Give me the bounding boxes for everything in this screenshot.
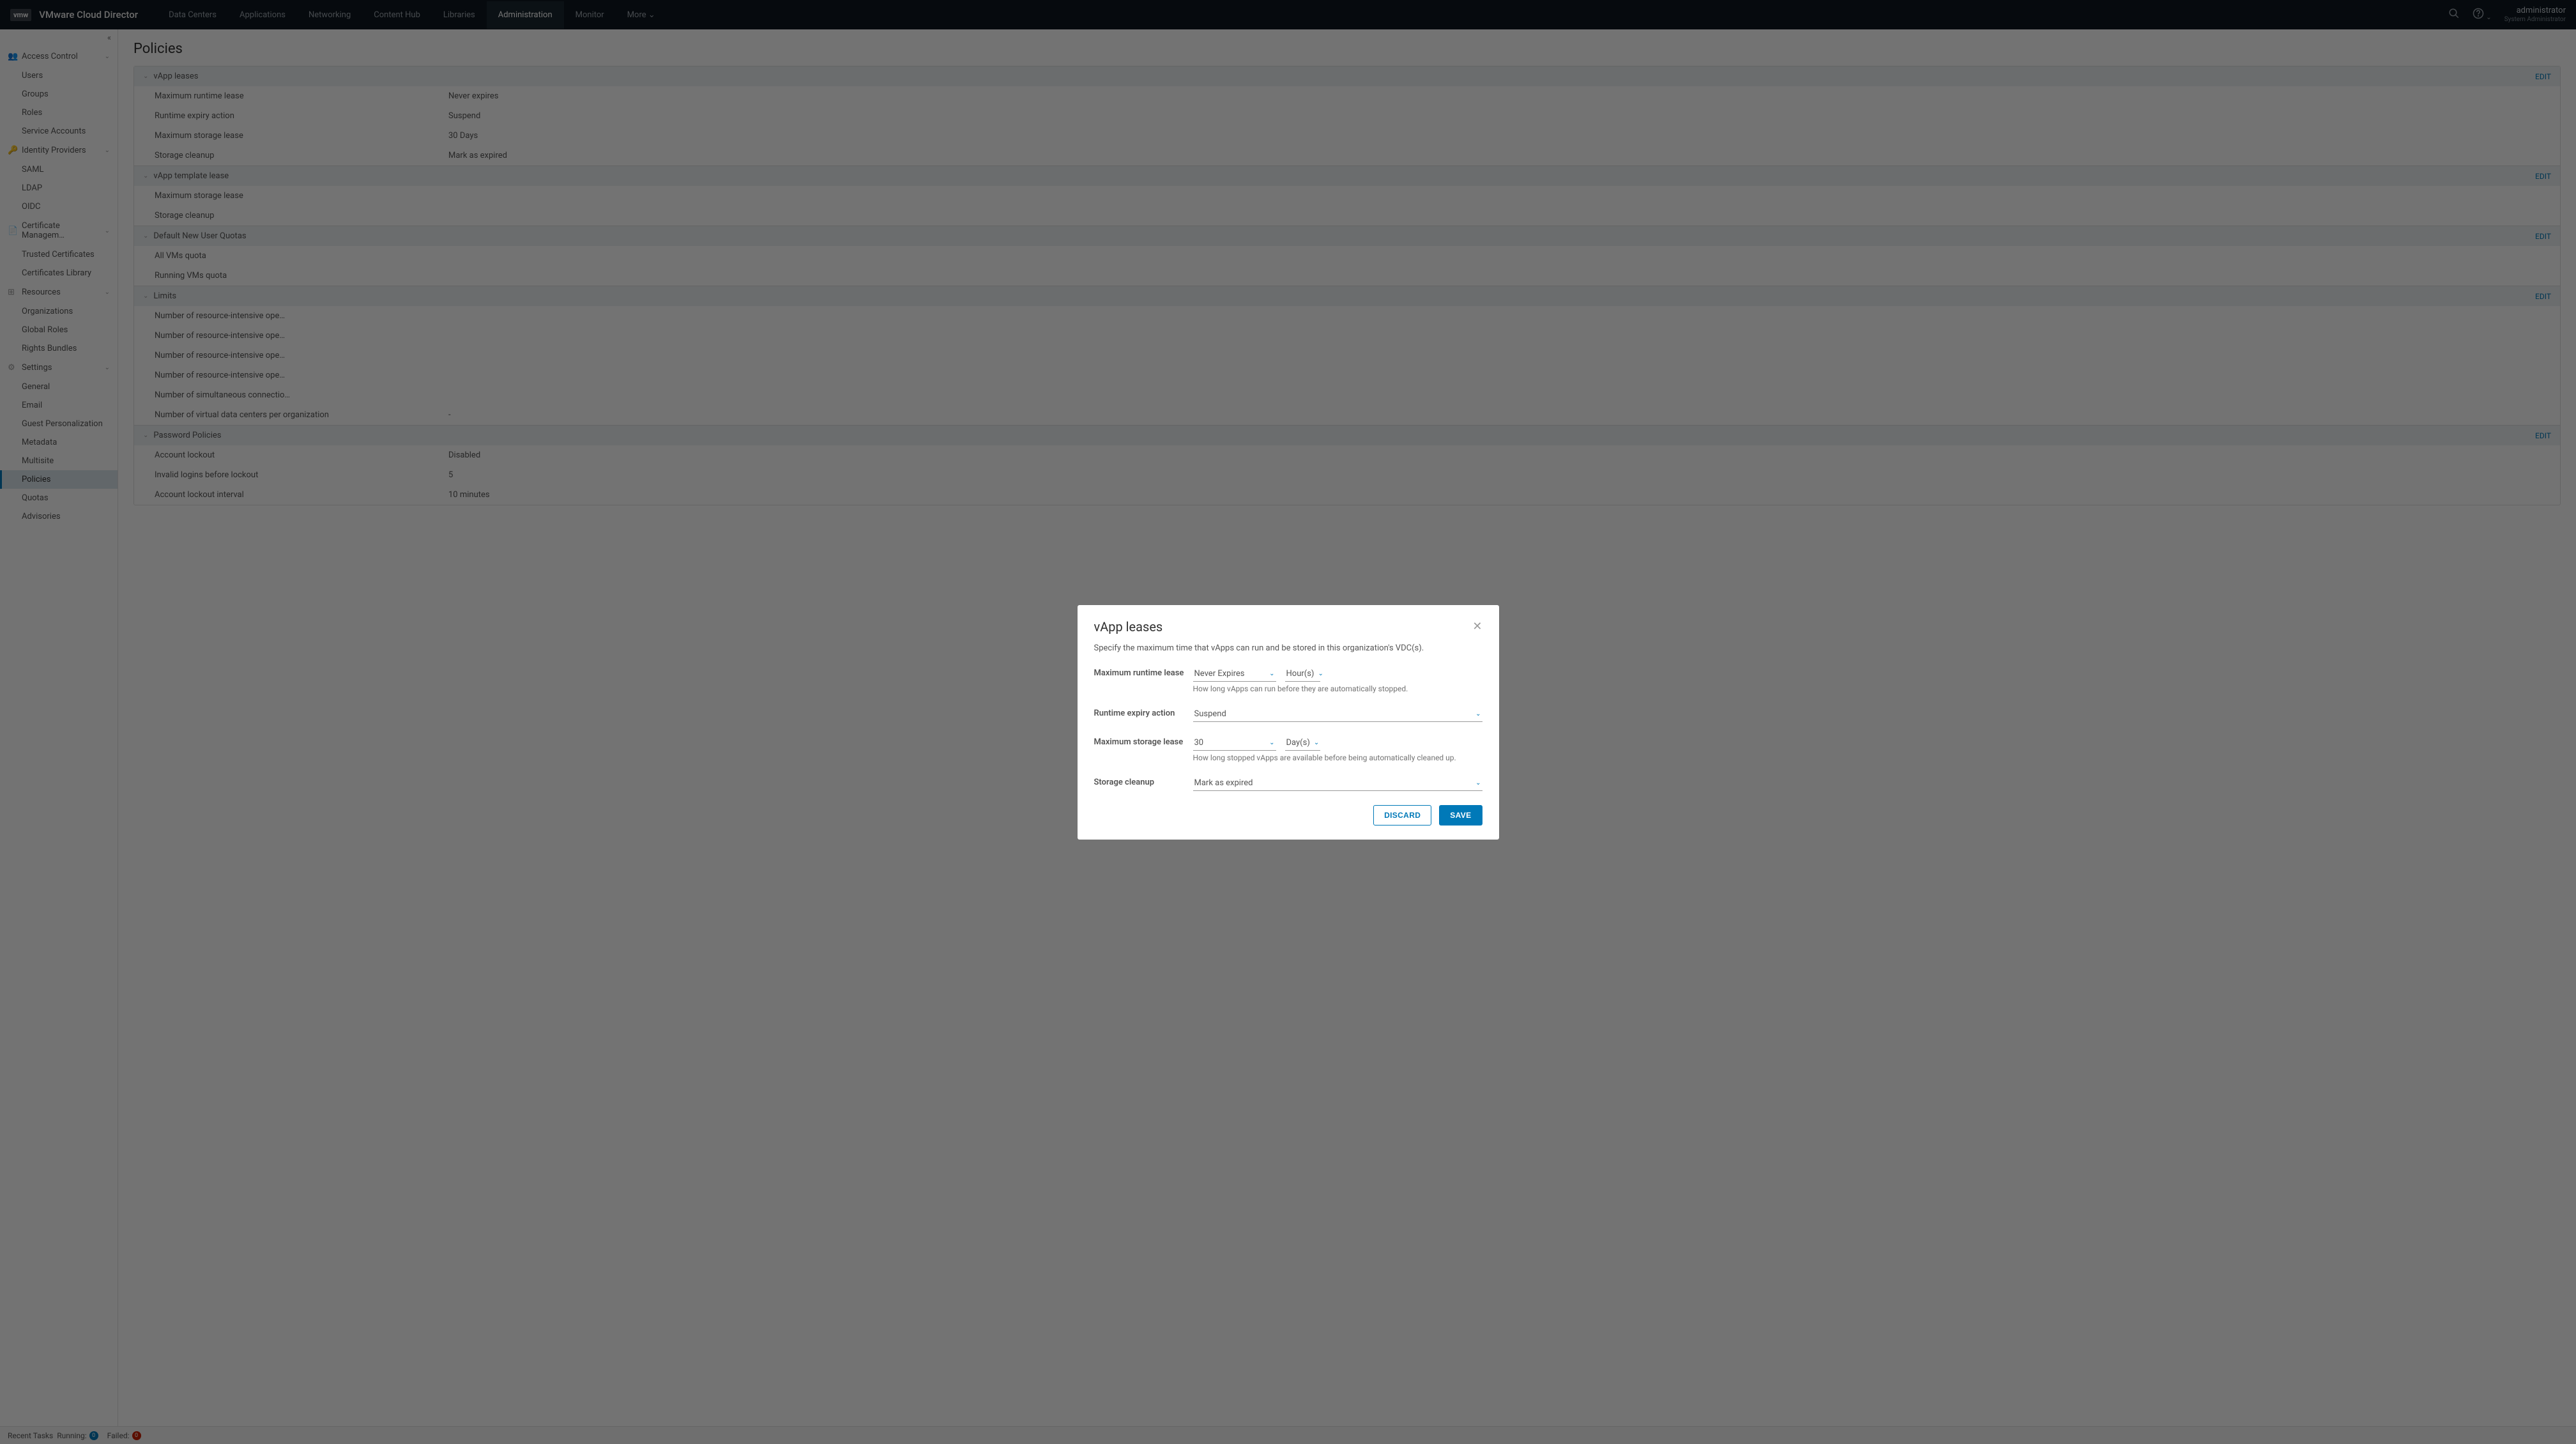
modal-overlay: vApp leases ✕ Specify the maximum time t…: [0, 0, 2576, 1444]
max-storage-hint: How long stopped vApps are available bef…: [1193, 753, 1482, 762]
chevron-down-icon: ⌄: [1314, 739, 1319, 746]
max-storage-label: Maximum storage lease: [1094, 736, 1193, 747]
modal-title: vApp leases: [1094, 619, 1163, 634]
max-runtime-select[interactable]: Never Expires⌄: [1193, 667, 1276, 682]
chevron-down-icon: ⌄: [1269, 739, 1274, 746]
chevron-down-icon: ⌄: [1318, 670, 1323, 677]
chevron-down-icon: ⌄: [1269, 670, 1274, 677]
vapp-leases-modal: vApp leases ✕ Specify the maximum time t…: [1078, 605, 1499, 840]
max-runtime-label: Maximum runtime lease: [1094, 667, 1193, 678]
save-button[interactable]: SAVE: [1439, 805, 1482, 826]
max-runtime-hint: How long vApps can run before they are a…: [1193, 684, 1482, 693]
storage-cleanup-label: Storage cleanup: [1094, 776, 1193, 787]
runtime-action-select[interactable]: Suspend⌄: [1193, 707, 1482, 722]
max-runtime-unit-select[interactable]: Hour(s)⌄: [1285, 667, 1320, 682]
close-icon[interactable]: ✕: [1472, 620, 1482, 633]
runtime-action-label: Runtime expiry action: [1094, 707, 1193, 718]
chevron-down-icon: ⌄: [1475, 710, 1481, 718]
discard-button[interactable]: DISCARD: [1373, 805, 1431, 826]
storage-cleanup-select[interactable]: Mark as expired⌄: [1193, 776, 1482, 791]
max-storage-unit-select[interactable]: Day(s)⌄: [1285, 736, 1320, 751]
max-storage-select[interactable]: 30⌄: [1193, 736, 1276, 751]
chevron-down-icon: ⌄: [1475, 780, 1481, 787]
modal-description: Specify the maximum time that vApps can …: [1094, 643, 1482, 653]
